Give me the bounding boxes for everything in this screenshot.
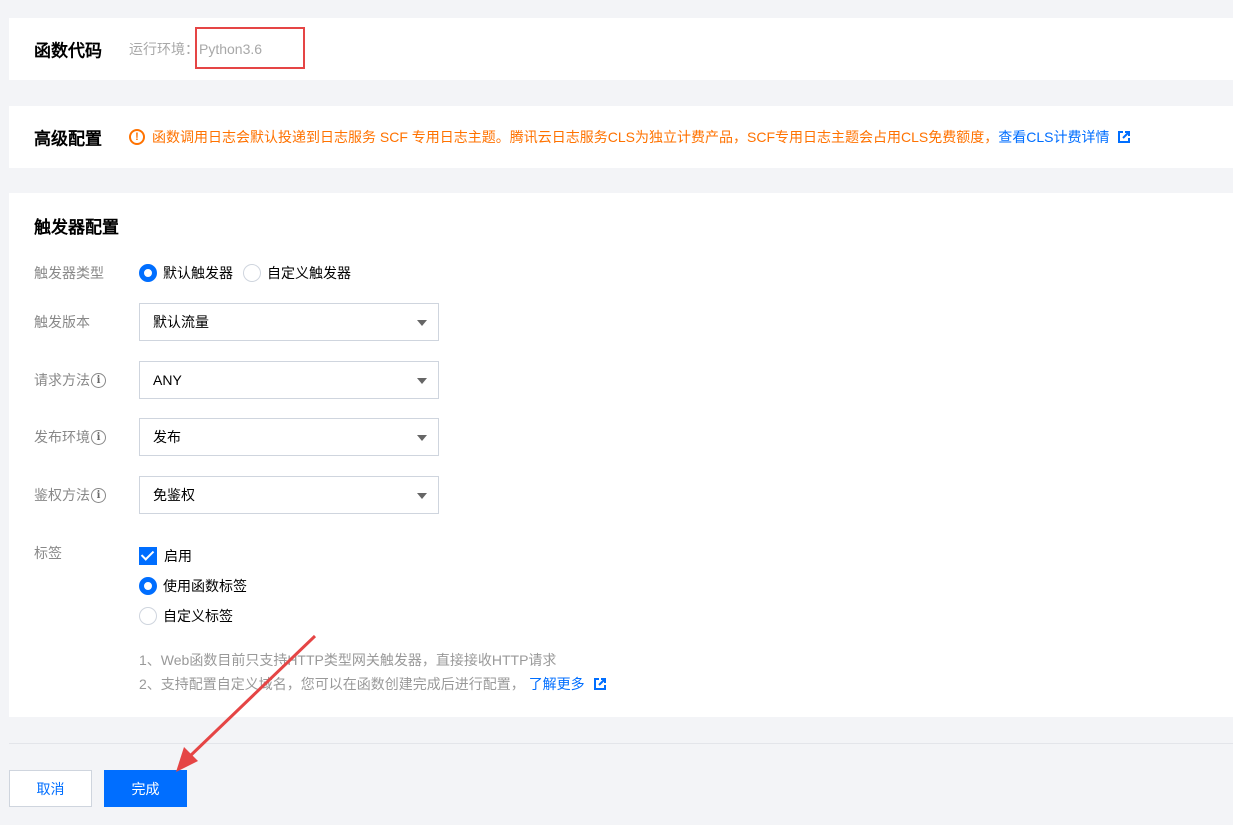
request-method-value[interactable]: ANY <box>153 372 182 388</box>
tags-enable-label[interactable]: 启用 <box>164 546 192 566</box>
trigger-version-row: 触发版本 默认流量 <box>34 303 439 341</box>
trigger-version-select[interactable]: 默认流量 <box>139 303 439 341</box>
radio-custom-trigger-circle[interactable] <box>243 264 261 282</box>
cls-pricing-link-text[interactable]: 查看CLS计费详情 <box>998 129 1109 145</box>
chevron-down-icon[interactable] <box>417 378 427 384</box>
done-button[interactable]: 完成 <box>104 770 187 807</box>
radio-default-trigger-label[interactable]: 默认触发器 <box>163 263 233 283</box>
footer-divider <box>9 743 1233 744</box>
request-method-select[interactable]: ANY <box>139 361 439 399</box>
cls-pricing-link[interactable]: 查看CLS计费详情 <box>998 127 1131 147</box>
runtime-label: 运行环境： <box>129 41 199 57</box>
radio-custom-trigger-label[interactable]: 自定义触发器 <box>267 263 351 283</box>
radio-use-function-tags[interactable]: 使用函数标签 <box>139 571 247 601</box>
web-function-notes: 1、Web函数目前只支持HTTP类型网关触发器，直接接收HTTP请求 2、支持配… <box>139 648 606 696</box>
note-line-2-text: 2、支持配置自定义域名，您可以在函数创建完成后进行配置， <box>139 676 525 692</box>
trigger-type-label: 触发器类型 <box>34 265 104 281</box>
radio-custom-tags[interactable]: 自定义标签 <box>139 601 247 631</box>
function-code-card: 函数代码 运行环境：Python3.6 <box>9 18 1233 80</box>
tags-label: 标签 <box>34 545 62 561</box>
check-icon[interactable] <box>139 547 157 565</box>
radio-use-function-tags-label[interactable]: 使用函数标签 <box>163 576 247 596</box>
radio-default-trigger[interactable]: 默认触发器 <box>139 263 233 283</box>
trigger-config-title: 触发器配置 <box>34 218 119 237</box>
external-link-icon <box>593 678 606 690</box>
tags-enable-checkbox[interactable]: 启用 <box>139 541 247 571</box>
warning-icon: ! <box>129 129 145 145</box>
auth-method-value[interactable]: 免鉴权 <box>153 485 195 505</box>
publish-env-select[interactable]: 发布 <box>139 418 439 456</box>
advanced-config-card: 高级配置 ! 函数调用日志会默认投递到日志服务 SCF 专用日志主题。腾讯云日志… <box>9 106 1233 168</box>
chevron-down-icon[interactable] <box>417 493 427 499</box>
publish-env-row: 发布环境 i 发布 <box>34 418 439 456</box>
publish-env-label: 发布环境 <box>34 429 90 445</box>
info-icon[interactable]: i <box>91 487 106 503</box>
log-notice: ! 函数调用日志会默认投递到日志服务 SCF 专用日志主题。腾讯云日志服务CLS… <box>129 127 1131 147</box>
publish-env-value[interactable]: 发布 <box>153 427 181 447</box>
radio-custom-tags-label[interactable]: 自定义标签 <box>163 606 233 626</box>
trigger-config-card: 触发器配置 触发器类型 默认触发器 自定义触发器 触发版本 默认流量 请求方法 … <box>9 193 1233 717</box>
trigger-version-label: 触发版本 <box>34 314 90 330</box>
log-notice-text: 函数调用日志会默认投递到日志服务 SCF 专用日志主题。腾讯云日志服务CLS为独… <box>152 129 999 145</box>
radio-use-function-tags-circle[interactable] <box>139 577 157 595</box>
chevron-down-icon[interactable] <box>417 435 427 441</box>
radio-custom-tags-circle[interactable] <box>139 607 157 625</box>
tags-options: 启用 使用函数标签 自定义标签 <box>139 541 247 631</box>
learn-more-link-text[interactable]: 了解更多 <box>529 676 585 692</box>
request-method-label: 请求方法 <box>34 372 90 388</box>
auth-method-select[interactable]: 免鉴权 <box>139 476 439 514</box>
function-code-title: 函数代码 <box>34 41 102 61</box>
note-line-2: 2、支持配置自定义域名，您可以在函数创建完成后进行配置， 了解更多 <box>139 672 606 696</box>
info-icon[interactable]: i <box>91 372 106 388</box>
annotation-highlight-box <box>195 27 305 69</box>
request-method-label-wrap: 请求方法 i <box>34 370 139 390</box>
advanced-config-title: 高级配置 <box>34 129 102 149</box>
chevron-down-icon[interactable] <box>417 320 427 326</box>
cancel-button[interactable]: 取消 <box>9 770 92 807</box>
radio-default-trigger-circle[interactable] <box>139 264 157 282</box>
radio-custom-trigger[interactable]: 自定义触发器 <box>243 263 351 283</box>
auth-method-label: 鉴权方法 <box>34 487 90 503</box>
trigger-version-value[interactable]: 默认流量 <box>153 312 209 332</box>
publish-env-label-wrap: 发布环境 i <box>34 427 139 447</box>
trigger-type-row: 触发器类型 默认触发器 自定义触发器 <box>34 263 361 283</box>
learn-more-link[interactable]: 了解更多 <box>529 676 606 692</box>
auth-method-label-wrap: 鉴权方法 i <box>34 485 139 505</box>
auth-method-row: 鉴权方法 i 免鉴权 <box>34 476 439 514</box>
external-link-icon <box>1118 131 1131 143</box>
info-icon[interactable]: i <box>91 429 106 445</box>
request-method-row: 请求方法 i ANY <box>34 361 439 399</box>
note-line-1: 1、Web函数目前只支持HTTP类型网关触发器，直接接收HTTP请求 <box>139 652 557 668</box>
